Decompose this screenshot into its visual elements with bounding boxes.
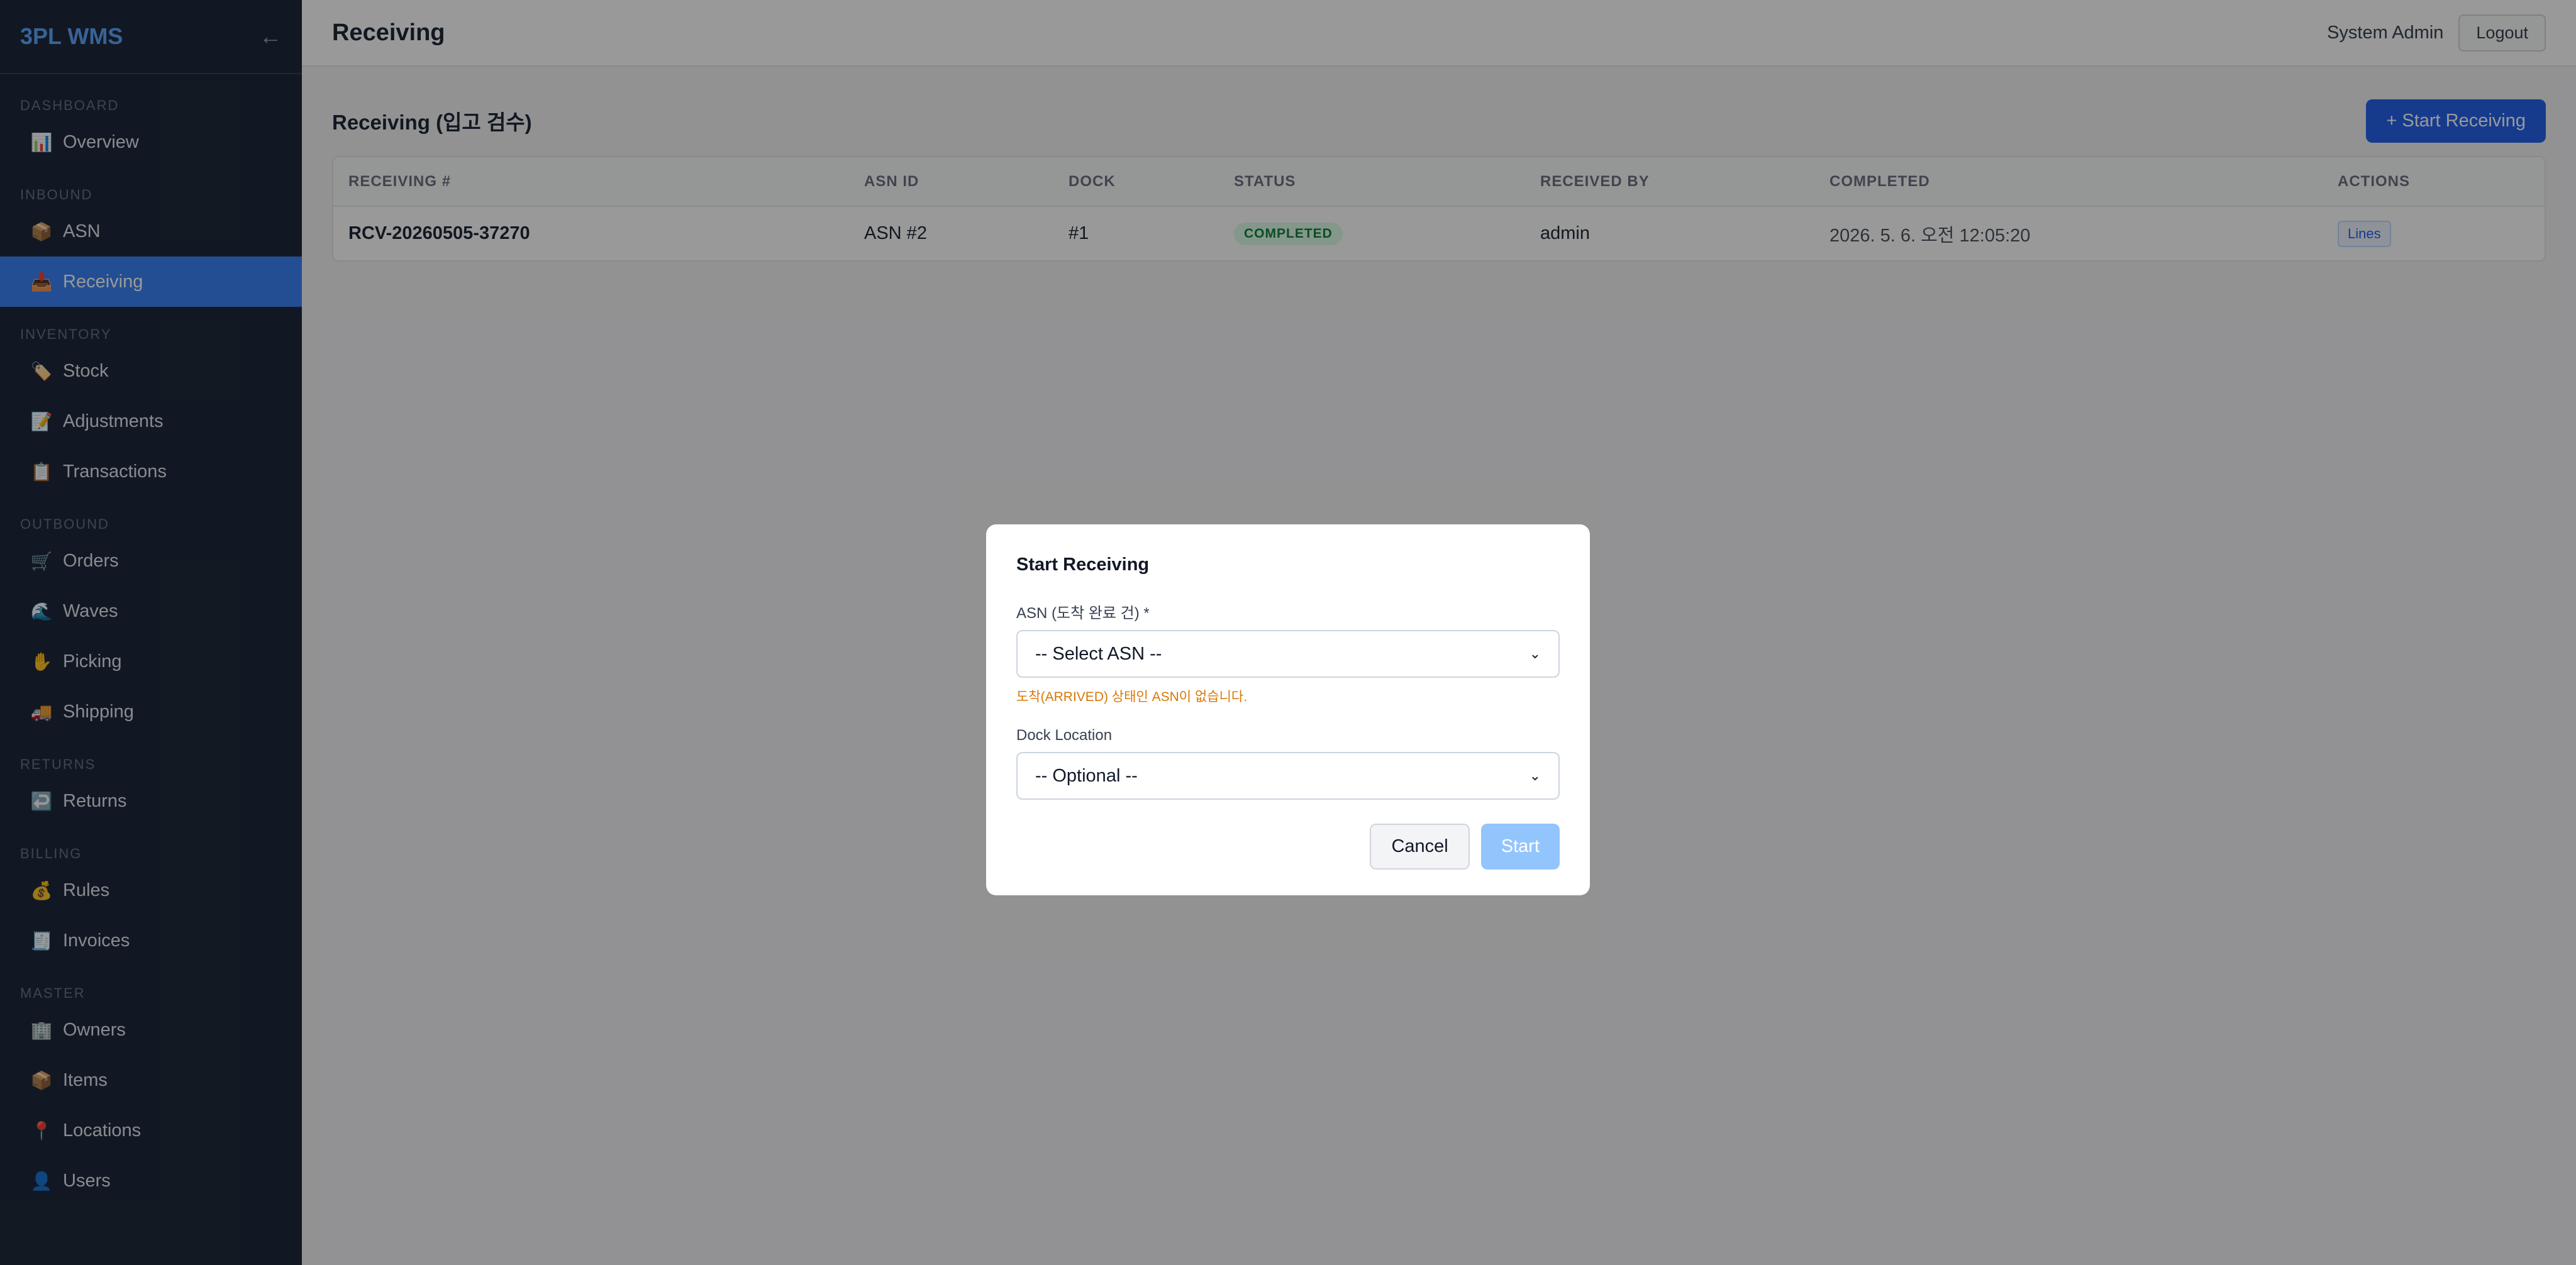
asn-select[interactable]: -- Select ASN -- ⌄: [1016, 630, 1560, 678]
dock-field-label: Dock Location: [1016, 727, 1113, 744]
dock-field: Dock Location -- Optional -- ⌄: [1016, 727, 1560, 800]
modal-title: Start Receiving: [1016, 555, 1150, 575]
asn-warning-text: 도착(ARRIVED) 상태인 ASN이 없습니다.: [1016, 690, 1248, 704]
asn-field-label: ASN (도착 완료 건) *: [1016, 605, 1150, 622]
dock-location-select[interactable]: -- Optional -- ⌄: [1016, 752, 1560, 800]
start-button[interactable]: Start: [1480, 824, 1560, 870]
chevron-down-icon: ⌄: [1529, 768, 1541, 783]
modal-actions: Cancel Start: [1016, 824, 1560, 870]
chevron-down-icon: ⌄: [1529, 646, 1541, 661]
app-root: 3PL WMS ← DASHBOARD 📊 Overview INBOUND 📦 ASN 📥…: [0, 0, 2576, 1265]
cancel-button[interactable]: Cancel: [1370, 824, 1470, 870]
dock-select-value: -- Optional --: [1035, 765, 1138, 786]
start-receiving-modal: Start Receiving ASN (도착 완료 건) * -- Selec…: [986, 524, 1590, 895]
asn-select-value: -- Select ASN --: [1035, 643, 1162, 664]
